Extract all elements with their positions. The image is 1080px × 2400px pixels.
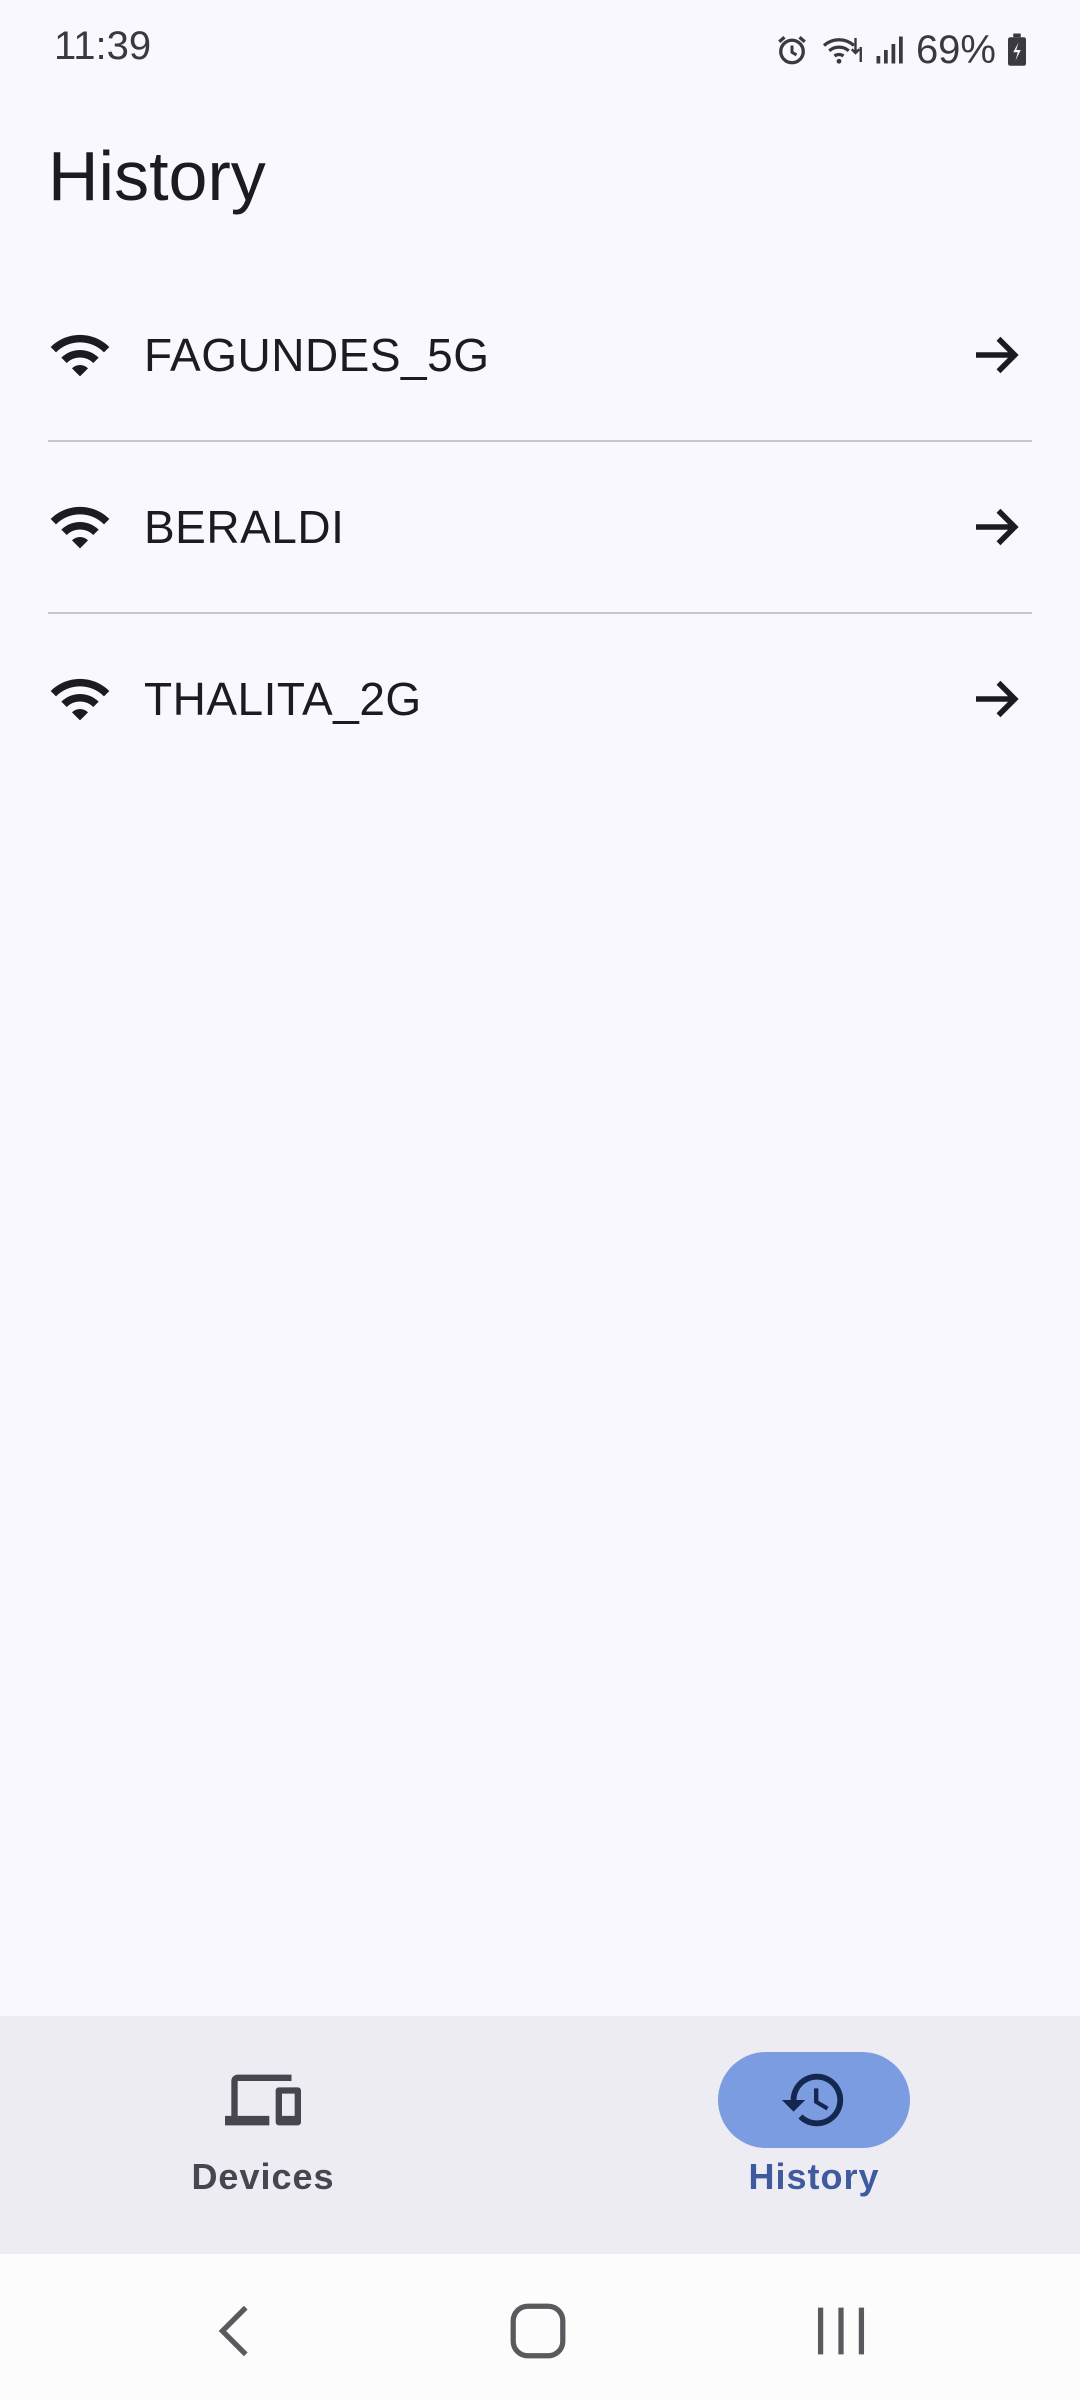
- battery-percentage: 69%: [915, 27, 996, 72]
- nav-active-indicator: [718, 2052, 910, 2148]
- back-icon[interactable]: [202, 2296, 272, 2366]
- arrow-forward-icon[interactable]: [966, 325, 1026, 385]
- cellular-signal-icon: [874, 32, 906, 68]
- network-name: BERALDI: [144, 501, 345, 553]
- system-navigation-bar: [0, 2254, 1080, 2400]
- nav-tab-devices[interactable]: Devices: [113, 2052, 413, 2232]
- arrow-forward-icon[interactable]: [966, 669, 1026, 729]
- wifi-icon: [50, 334, 110, 377]
- status-icons: 69%: [774, 22, 1028, 78]
- status-bar: 11:39 69%: [0, 0, 1080, 100]
- arrow-forward-icon[interactable]: [966, 497, 1026, 557]
- network-name: THALITA_2G: [144, 673, 422, 725]
- network-list-item[interactable]: BERALDI: [48, 442, 1032, 614]
- network-list-item[interactable]: THALITA_2G: [48, 614, 1032, 784]
- nav-tab-history[interactable]: History: [664, 2052, 964, 2232]
- network-name: FAGUNDES_5G: [144, 329, 490, 381]
- alarm-icon: [774, 32, 810, 68]
- bottom-navigation: Devices History: [0, 2016, 1080, 2254]
- history-icon: [781, 2073, 844, 2127]
- nav-label-history: History: [748, 2156, 880, 2197]
- battery-charging-icon: [1006, 32, 1028, 68]
- devices-icon: [225, 2074, 301, 2126]
- wifi-data-icon: [820, 32, 864, 68]
- wifi-icon: [50, 506, 110, 549]
- network-list-item[interactable]: FAGUNDES_5G: [48, 270, 1032, 442]
- recents-icon[interactable]: [806, 2296, 876, 2366]
- page-title: History: [48, 137, 266, 215]
- status-time: 11:39: [54, 24, 152, 68]
- network-list: FAGUNDES_5G BERALDI THALITA_2G: [48, 270, 1032, 784]
- home-icon[interactable]: [503, 2296, 573, 2366]
- nav-label-devices: Devices: [191, 2156, 335, 2197]
- nav-indicator: [167, 2052, 359, 2148]
- wifi-icon: [50, 678, 110, 721]
